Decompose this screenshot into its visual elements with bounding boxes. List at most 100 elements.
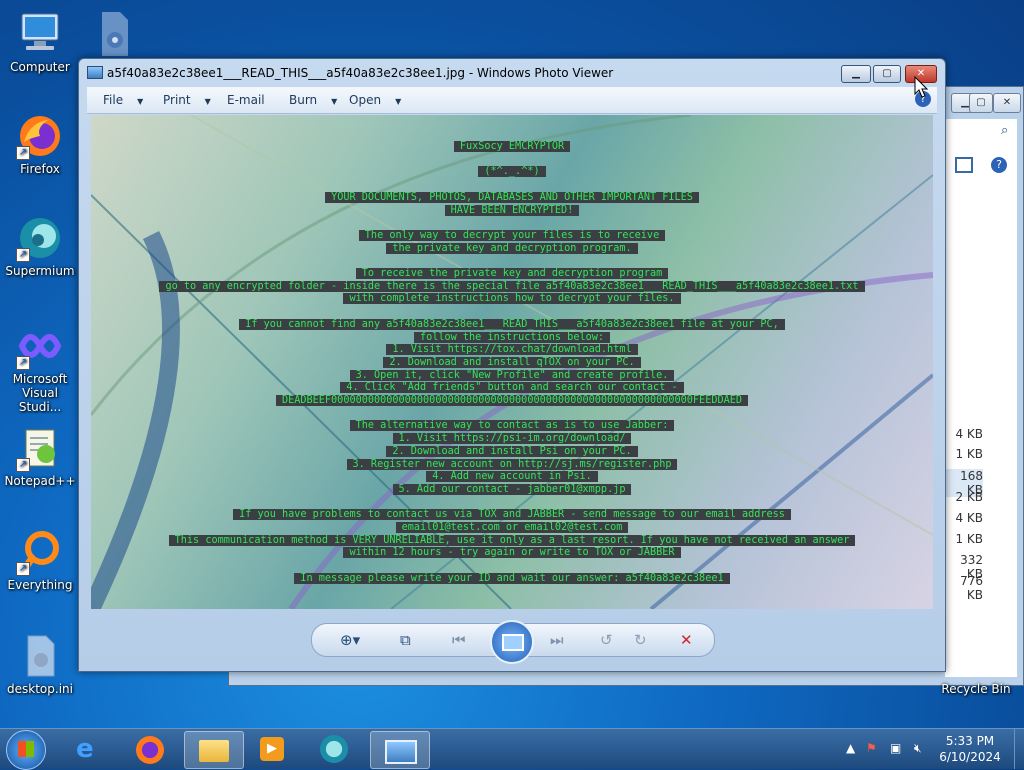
media-player-icon: ▶	[260, 737, 284, 761]
note-line-text: 4. Click "Add friends" button and search…	[340, 382, 684, 394]
menu-label: File	[103, 93, 124, 107]
note-line: If you cannot find any a5f40a83e2c38ee1_…	[91, 318, 933, 332]
desktop-icon-label: Firefox	[20, 162, 60, 176]
desktop-icon-settings-file[interactable]	[76, 10, 152, 60]
maximize-button[interactable]: ▢	[873, 65, 901, 83]
clock[interactable]: 5:33 PM 6/10/2024	[930, 733, 1010, 765]
show-desktop-button[interactable]	[1014, 729, 1024, 769]
firefox-icon: ↗	[16, 112, 64, 160]
file-menu[interactable]: File ▼	[103, 93, 143, 107]
note-line-text: To receive the private key and decryptio…	[355, 268, 669, 279]
command-bar: File ▼ Print ▼ E-mail Burn ▼ Open ▼ ?	[87, 87, 937, 114]
menu-label: Print	[163, 93, 191, 107]
note-line: 4. Click "Add friends" button and search…	[91, 382, 933, 395]
note-line-text: 3. Open it, click "New Profile" and crea…	[349, 369, 675, 381]
supermium-icon	[320, 735, 348, 763]
desktop-icon-supermium[interactable]: ↗ Supermium	[2, 214, 78, 278]
notepadpp-icon: ↗	[16, 424, 64, 472]
visual-studio-icon: ↗	[16, 322, 64, 370]
note-line-text: 4. Add new account in Psi.	[426, 471, 598, 483]
open-menu[interactable]: Open ▼	[349, 93, 401, 107]
next-icon[interactable]: ⏭	[550, 631, 564, 649]
note-line: 2. Download and install Psi on your PC.	[91, 445, 933, 459]
file-size: 4 KB	[955, 511, 983, 525]
note-line-text: In message please write your ID and wait…	[294, 572, 730, 584]
rotate-left-icon[interactable]: ↺	[600, 631, 613, 649]
note-line: 3. Open it, click "New Profile" and crea…	[91, 369, 933, 383]
photo-viewer-window[interactable]: a5f40a83e2c38ee1___READ_THIS___a5f40a83e…	[78, 58, 946, 672]
note-line-text: follow the instructions below:	[413, 331, 610, 343]
note-line-text: the private key and decryption program.	[386, 242, 638, 254]
action-center-icon[interactable]: ⚑	[866, 741, 877, 755]
note-line-text: email01@test.com or email02@test.com	[395, 522, 629, 533]
taskbar: e ▶ ▲ ⚑ ▣ 🔇︎ 5:33 PM 6/10/2024	[0, 728, 1024, 770]
taskbar-media-player[interactable]: ▶	[244, 731, 302, 767]
desktop-icon-visual-studio[interactable]: ↗ Microsoft Visual Studi...	[2, 322, 78, 414]
search-icon[interactable]: ⌕	[1001, 123, 1008, 138]
note-line: email01@test.com or email02@test.com	[91, 522, 933, 535]
previous-icon[interactable]: ⏮	[452, 631, 466, 649]
zoom-icon[interactable]: ⊕▾	[340, 631, 360, 649]
minimize-button[interactable]: ▁	[841, 65, 871, 83]
burn-menu[interactable]: Burn ▼	[289, 93, 337, 107]
maximize-button[interactable]: ▢	[969, 93, 993, 113]
file-size: 776 KB	[960, 574, 983, 602]
volume-muted-icon[interactable]: 🔇︎	[914, 741, 922, 756]
taskbar-firefox[interactable]	[122, 731, 180, 767]
actual-size-icon[interactable]: ⧉	[400, 631, 411, 649]
note-line: 3. Register new account on http://sj.ms/…	[91, 458, 933, 472]
note-line: 1. Visit https://tox.chat/download.html	[91, 344, 933, 357]
clock-date: 6/10/2024	[939, 750, 1001, 764]
computer-icon	[16, 10, 64, 58]
email-button[interactable]: E-mail	[227, 93, 265, 107]
note-line-text: HAVE BEEN ENCRYPTED!	[444, 204, 580, 216]
note-line: go to any encrypted folder - inside ther…	[91, 280, 933, 294]
desktop-icon-computer[interactable]: Computer	[2, 10, 78, 74]
menu-label: E-mail	[227, 93, 265, 107]
title-bar[interactable]: a5f40a83e2c38ee1___READ_THIS___a5f40a83e…	[79, 59, 945, 87]
note-line-text: The alternative way to contact as is to …	[349, 420, 675, 432]
file-size: 1 KB	[955, 532, 983, 546]
desktop-icon-everything[interactable]: ↗ Everything	[2, 528, 78, 592]
delete-icon[interactable]: ✕	[680, 631, 693, 649]
note-line: HAVE BEEN ENCRYPTED!	[91, 204, 933, 218]
taskbar-ie[interactable]: e	[62, 731, 120, 767]
menu-label: Open	[349, 93, 382, 107]
note-line: If you have problems to contact us via T…	[91, 509, 933, 522]
note-line: To receive the private key and decryptio…	[91, 268, 933, 281]
taskbar-supermium[interactable]	[306, 731, 364, 767]
note-line: follow the instructions below:	[91, 331, 933, 345]
show-hidden-icons-icon[interactable]: ▲	[846, 741, 855, 755]
note-line-text: go to any encrypted folder - inside ther…	[159, 280, 865, 292]
menu-label: Burn	[289, 93, 318, 107]
close-button[interactable]: ✕	[993, 93, 1021, 113]
taskbar-explorer[interactable]	[184, 731, 244, 769]
print-menu[interactable]: Print ▼	[163, 93, 211, 107]
window-title: a5f40a83e2c38ee1___READ_THIS___a5f40a83e…	[107, 66, 614, 80]
slideshow-button[interactable]	[490, 620, 534, 664]
network-icon[interactable]: ▣	[890, 741, 901, 755]
desktop-icon-notepadpp[interactable]: ↗ Notepad++	[2, 424, 78, 488]
note-line: the private key and decryption program.	[91, 242, 933, 256]
start-button[interactable]	[6, 730, 46, 770]
file-size: 1 KB	[955, 447, 983, 461]
note-line: FuxSocy EMCRYPTOR	[91, 141, 933, 154]
help-icon[interactable]: ?	[991, 157, 1007, 173]
desktop-icon-recycle-bin[interactable]: Recycle Bin	[936, 682, 1016, 696]
desktop-icon-firefox[interactable]: ↗ Firefox	[2, 112, 78, 176]
desktop-icon-label: Supermium	[5, 264, 75, 278]
file-size: 2 KB	[955, 490, 983, 504]
folder-icon	[199, 740, 229, 762]
desktop-icon-desktop-ini[interactable]: desktop.ini	[2, 632, 78, 696]
rotate-right-icon[interactable]: ↻	[634, 631, 647, 649]
shortcut-arrow-icon: ↗	[16, 356, 30, 370]
note-line-text: This communication method is VERY UNRELI…	[168, 534, 856, 546]
note-line: The only way to decrypt your files is to…	[91, 229, 933, 243]
preview-pane-icon[interactable]	[955, 157, 973, 173]
dropdown-arrow-icon: ▼	[204, 97, 211, 106]
clock-time: 5:33 PM	[945, 734, 995, 748]
note-line-text: within 12 hours - try again or write to …	[343, 547, 681, 559]
taskbar-photo-viewer[interactable]	[370, 731, 430, 769]
note-line-text: (*^._.^*)	[478, 166, 546, 178]
desktop-icon-label: Everything	[7, 578, 73, 592]
